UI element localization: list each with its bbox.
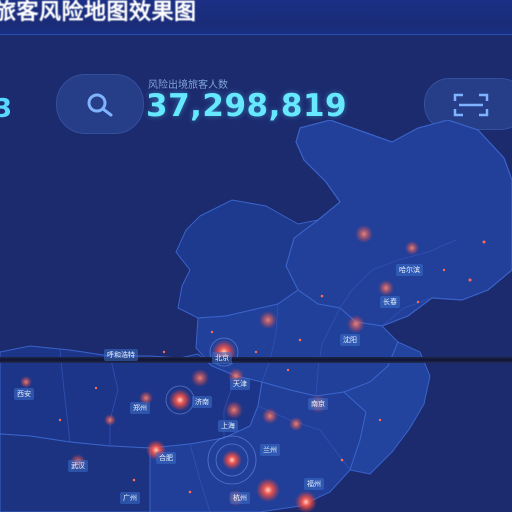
hotspot bbox=[405, 241, 419, 255]
hotspot bbox=[378, 280, 394, 296]
hotspot bbox=[191, 369, 209, 387]
hotspot bbox=[355, 225, 373, 243]
hotspot bbox=[347, 315, 365, 333]
scan-icon bbox=[453, 93, 489, 117]
hotspot bbox=[259, 311, 277, 329]
city-label: 哈尔滨 bbox=[396, 264, 423, 276]
header-bar: 旅客风险地图效果图 bbox=[0, 0, 512, 35]
city-label: 呼和浩特 bbox=[104, 349, 138, 361]
hotspot bbox=[169, 389, 191, 411]
city-label: 兰州 bbox=[260, 444, 280, 456]
city-label: 南京 bbox=[308, 398, 328, 410]
city-label: 福州 bbox=[304, 478, 324, 490]
city-label: 郑州 bbox=[130, 402, 150, 414]
city-label: 广州 bbox=[120, 492, 140, 504]
hotspot bbox=[225, 401, 243, 419]
hotspot bbox=[104, 414, 116, 426]
city-label: 武汉 bbox=[68, 460, 88, 472]
city-label: 天津 bbox=[230, 378, 250, 390]
northeast-region bbox=[285, 120, 512, 327]
page-title: 旅客风险地图效果图 bbox=[0, 0, 197, 25]
hotspot bbox=[289, 417, 303, 431]
city-label: 北京 bbox=[212, 352, 232, 364]
search-icon bbox=[87, 93, 113, 117]
city-label: 合肥 bbox=[156, 452, 176, 464]
hotspot bbox=[20, 376, 32, 388]
city-label: 济南 bbox=[192, 396, 212, 408]
china-risk-map bbox=[0, 120, 512, 512]
hotspot bbox=[222, 450, 242, 470]
hotspot bbox=[256, 478, 280, 502]
city-label: 长春 bbox=[380, 296, 400, 308]
city-label: 杭州 bbox=[230, 492, 250, 504]
hotspot bbox=[295, 491, 317, 512]
city-label: 沈阳 bbox=[340, 334, 360, 346]
risk-map-screen: 旅客风险地图效果图 3 风险出境旅客人数 37,298,819 哈尔滨 长春 沈… bbox=[0, 0, 512, 512]
risk-travellers-value: 37,298,819 bbox=[146, 88, 348, 124]
image-divider bbox=[0, 357, 512, 363]
city-label: 上海 bbox=[218, 420, 238, 432]
city-label: 西安 bbox=[14, 388, 34, 400]
hotspot bbox=[262, 408, 278, 424]
